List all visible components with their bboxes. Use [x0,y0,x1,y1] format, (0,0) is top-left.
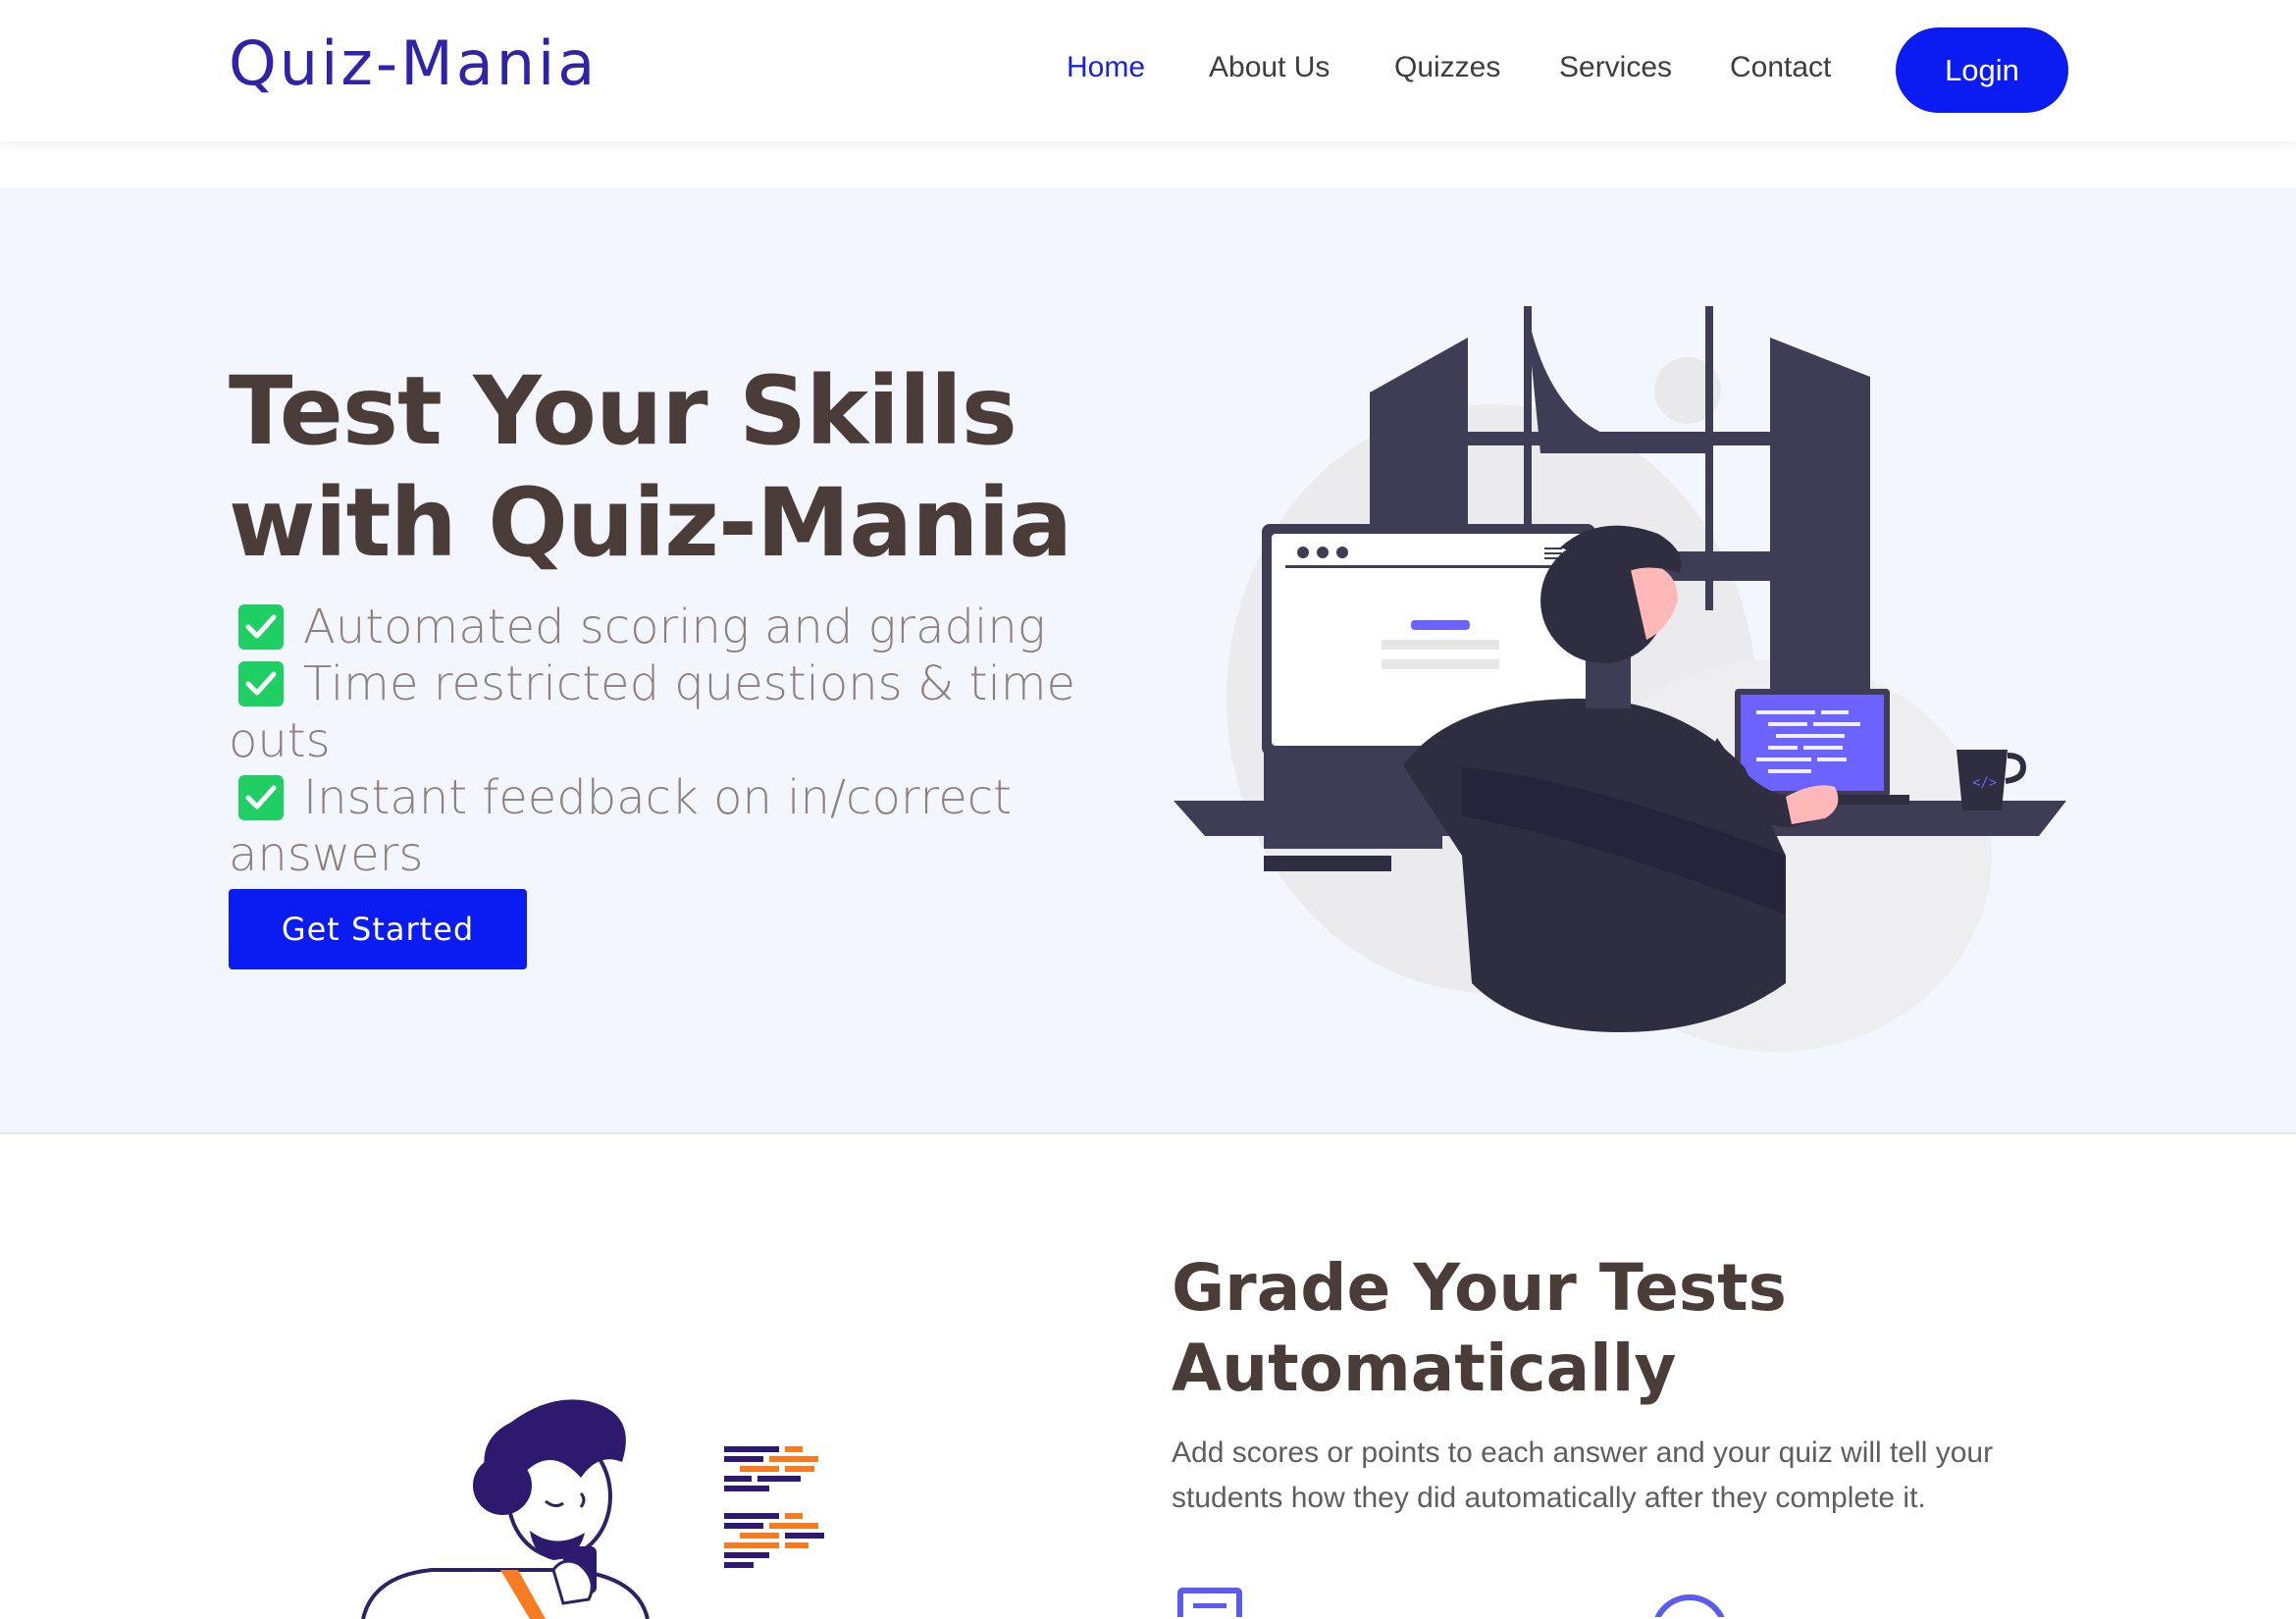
section-description: Add scores or points to each answer and … [1172,1436,1994,1514]
site-header: Quiz-Mania Home About Us Quizzes Service… [0,0,2296,141]
section-title: Grade Your Tests Automatically [1172,1250,1787,1406]
hero-section: Test Your Skills with Quiz-Mania Automat… [0,188,2296,1134]
feature-item: Instant feedback on in/correct answers [229,769,1171,883]
feature-text: Automated scoring and grading [303,600,1046,654]
nav-services[interactable]: Services [1559,51,1672,84]
nav-contact[interactable]: Contact [1730,51,1831,84]
nav-quizzes[interactable]: Quizzes [1394,51,1500,84]
site-logo[interactable]: Quiz-Mania [229,27,598,99]
clock-icon [1654,1594,1725,1617]
get-started-button[interactable]: Get Started [229,889,527,969]
feature-item: Automated scoring and grading [229,599,1171,655]
feature-list: Automated scoring and grading Time restr… [229,599,1171,883]
check-icon [238,661,284,706]
document-icon [1177,1588,1242,1617]
nav-about-us[interactable]: About Us [1209,51,1330,84]
check-icon [238,604,284,650]
check-icon [238,775,284,820]
person-at-computer-illustration: </> [1174,306,2066,1052]
person-with-phone-illustration [361,1399,824,1619]
svg-text:</>: </> [1972,775,1997,791]
feature-text: Instant feedback on in/correct answers [229,770,1012,882]
feature-item: Time restricted questions & time outs [229,655,1171,769]
login-button[interactable]: Login [1896,27,2068,113]
hero-title: Test Your Skills with Quiz-Mania [229,356,1072,578]
feature-text: Time restricted questions & time outs [229,656,1076,768]
nav-home[interactable]: Home [1067,51,1145,84]
